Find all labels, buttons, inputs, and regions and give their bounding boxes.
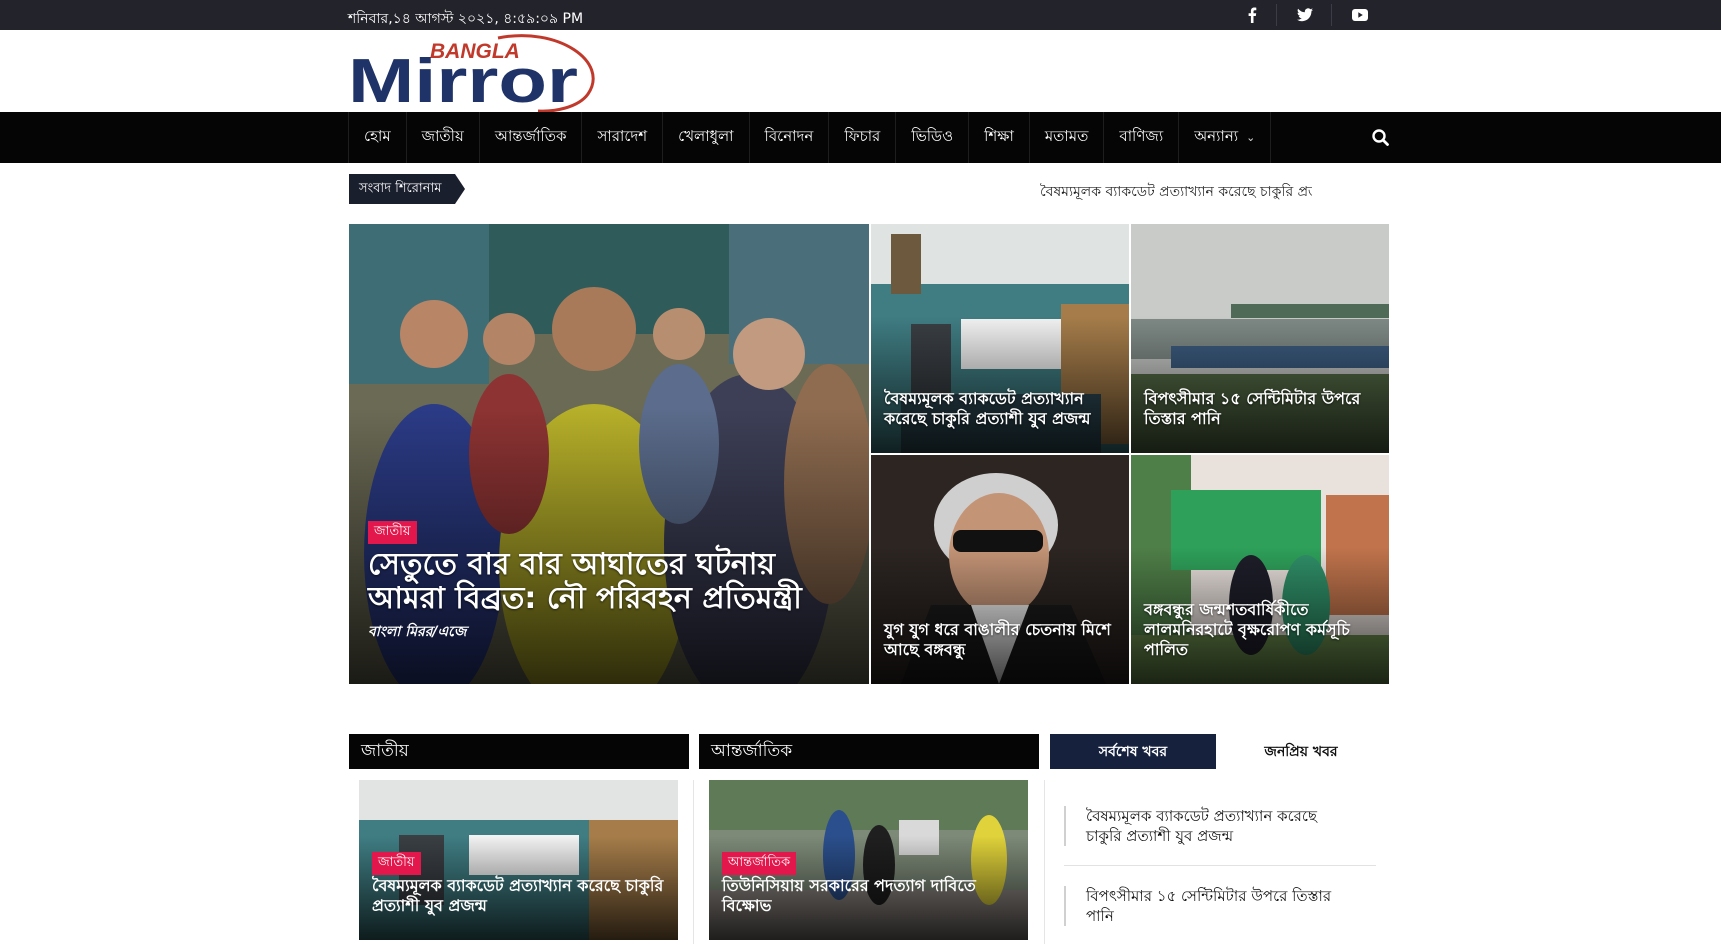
nav-item-national[interactable]: জাতীয়	[407, 112, 480, 163]
section-heading-national[interactable]: জাতীয়	[349, 734, 689, 769]
latest-news-item[interactable]: বৈষম্যমূলক ব্যাকডেট প্রত্যাখ্যান করেছে চ…	[1064, 806, 1344, 846]
lead-story[interactable]: জাতীয় সেতুতে বার বার আঘাতের ঘটনায় আমরা…	[349, 224, 869, 684]
nav-item-commerce[interactable]: বাণিজ্য	[1104, 112, 1180, 163]
national-story-title[interactable]: বৈষম্যমূলক ব্যাকডেট প্রত্যাখ্যান করেছে চ…	[372, 876, 664, 916]
nav-item-video[interactable]: ভিডিও	[896, 112, 970, 163]
current-datetime: শনিবার,১৪ আগস্ট ২০২১, ৪:৫৯:০৯ PM	[348, 11, 584, 27]
site-logo[interactable]: BANGLA Mirror	[348, 32, 603, 112]
tab-latest-news[interactable]: সর্বশেষ খবর	[1050, 734, 1216, 769]
nav-item-home[interactable]: হোম	[348, 112, 407, 163]
search-icon[interactable]	[1370, 127, 1392, 149]
feature-tile-4-title[interactable]: বঙ্গবন্ধুর জন্মশতবার্ষিকীতে লালমনিরহাটে …	[1144, 600, 1377, 660]
main-navigation: হোম জাতীয় আন্তর্জাতিক সারাদেশ খেলাধুলা …	[0, 112, 1721, 163]
nav-item-education[interactable]: শিক্ষা	[969, 112, 1030, 163]
feature-tile-1[interactable]: বৈষম্যমূলক ব্যাকডেট প্রত্যাখ্যান করেছে চ…	[871, 224, 1129, 453]
headline-ticker-label: সংবাদ শিরোনাম	[349, 174, 466, 204]
feature-tile-2-title[interactable]: বিপৎসীমার ১৫ সেন্টিমিটার উপরে তিস্তার পা…	[1144, 389, 1377, 429]
logo-big-text: Mirror	[348, 47, 578, 112]
facebook-icon[interactable]	[1241, 5, 1263, 25]
nav-item-country[interactable]: সারাদেশ	[582, 112, 664, 163]
feature-tile-1-title[interactable]: বৈষম্যমূলক ব্যাকডেট প্রত্যাখ্যান করেছে চ…	[884, 389, 1117, 429]
international-story-title[interactable]: তিউনিসিয়ায় সরকারের পদত্যাগ দাবিতে বিক্…	[722, 876, 1014, 916]
nav-item-opinion[interactable]: মতামত	[1030, 112, 1105, 163]
lead-story-title[interactable]: সেতুতে বার বার আঘাতের ঘটনায় আমরা বিব্রত…	[368, 548, 829, 616]
nav-item-feature[interactable]: ফিচার	[829, 112, 897, 163]
latest-news-item[interactable]: বিপৎসীমার ১৫ সেন্টিমিটার উপরে তিস্তার পা…	[1064, 886, 1344, 926]
tab-popular-news[interactable]: জনপ্রিয় খবর	[1216, 734, 1386, 769]
chevron-down-icon: ⌄	[1246, 131, 1256, 144]
lead-story-byline: বাংলা মিরর/এজে	[368, 624, 467, 640]
nav-item-sports[interactable]: খেলাধুলা	[663, 112, 750, 163]
nav-item-international[interactable]: আন্তর্জাতিক	[480, 112, 583, 163]
nav-item-entertainment[interactable]: বিনোদন	[750, 112, 830, 163]
feature-tile-2[interactable]: বিপৎসীমার ১৫ সেন্টিমিটার উপরে তিস্তার পা…	[1131, 224, 1389, 453]
national-category-badge[interactable]: জাতীয়	[372, 852, 421, 875]
feature-tile-3-title[interactable]: যুগ যুগ ধরে বাঙালীর চেতনায় মিশে আছে বঙ্…	[884, 620, 1117, 660]
nav-item-others[interactable]: অন্যান্য ⌄	[1179, 112, 1272, 163]
feature-tile-4[interactable]: বঙ্গবন্ধুর জন্মশতবার্ষিকীতে লালমনিরহাটে …	[1131, 455, 1389, 684]
feature-tile-3[interactable]: যুগ যুগ ধরে বাঙালীর চেতনায় মিশে আছে বঙ্…	[871, 455, 1129, 684]
headline-ticker-text[interactable]: বৈষম্যমূলক ব্যাকডেট প্রত্যাখ্যান করেছে চ…	[1040, 180, 1312, 204]
national-story-card[interactable]: জাতীয় বৈষম্যমূলক ব্যাকডেট প্রত্যাখ্যান …	[359, 780, 678, 940]
section-heading-international[interactable]: আন্তর্জাতিক	[699, 734, 1039, 769]
international-category-badge[interactable]: আন্তর্জাতিক	[722, 852, 797, 875]
twitter-icon[interactable]	[1294, 5, 1316, 25]
youtube-icon[interactable]	[1349, 5, 1371, 25]
lead-category-badge[interactable]: জাতীয়	[368, 521, 417, 544]
top-bar: শনিবার,১৪ আগস্ট ২০২১, ৪:৫৯:০৯ PM	[0, 0, 1721, 30]
international-story-card[interactable]: আন্তর্জাতিক তিউনিসিয়ায় সরকারের পদত্যাগ…	[709, 780, 1028, 940]
